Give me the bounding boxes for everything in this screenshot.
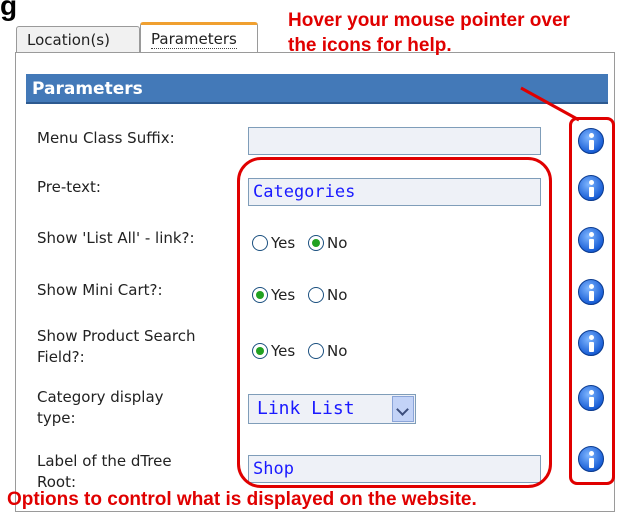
hover-help-annotation-line2: the icons for help. (288, 35, 452, 56)
options-annotation: Options to control what is displayed on … (7, 489, 477, 510)
annotation-arrow (520, 86, 580, 122)
hover-help-annotation-line1: Hover your mouse pointer over (288, 10, 570, 31)
